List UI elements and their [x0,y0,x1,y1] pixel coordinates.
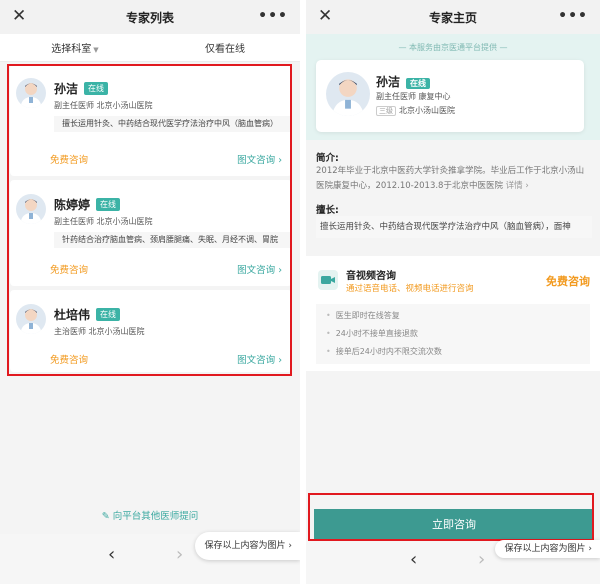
forward-arrow-icon[interactable]: › [176,544,183,565]
navbar: ✕ 专家主页 ••• [306,0,600,34]
chevron-down-icon: ▼ [93,46,99,54]
video-call-icon [318,270,338,290]
av-consult-title: 音视频咨询 [346,271,396,282]
feature-item: 24小时不接单直接退款 [326,328,418,339]
back-arrow-icon[interactable]: ‹ [108,544,115,565]
doctor-avatar-icon [326,72,370,116]
close-icon[interactable]: ✕ [318,6,332,26]
ask-other-label: 向平台其他医师提问 [112,511,199,522]
department-filter[interactable]: 选择科室 ▼ [0,40,150,55]
expert-list-screen: ✕ 专家列表 ••• 选择科室 ▼ 仅看在线 孙洁 在线 副主任医师 北京小汤山医… [0,0,300,584]
feature-item: 医生即时在线答复 [326,310,400,321]
feature-item: 接单后24小时内不限交流次数 [326,346,442,357]
ask-other-doctors-link[interactable]: ✎ 向平台其他医师提问 [0,508,300,522]
doctor-title-dept: 副主任医师 康复中心 [376,92,451,101]
skill-text: 擅长运用针灸、中药结合现代医学疗法治疗中风（脑血管病），面神 [316,216,592,238]
intro-text: 2012年毕业于北京中医药大学针灸推拿学院。毕业后工作于北京小汤山医院康复中心，… [316,164,592,194]
online-badge: 在线 [406,78,431,89]
av-consult-subtitle: 通过语音电话、视频电话进行咨询 [346,284,474,294]
intro-body: 2012年毕业于北京中医药大学针灸推拿学院。毕业后工作于北京小汤山医院康复中心，… [316,166,585,191]
service-provider-note: — 本服务由京医通平台提供 — [398,43,508,52]
highlight-box [7,64,292,376]
highlight-box [308,493,594,541]
online-only-filter[interactable]: 仅看在线 [150,40,300,55]
save-as-image-button[interactable]: 保存以上内容为图片 › [194,532,300,560]
av-feature-list: 医生即时在线答复 24小时不接单直接退款 接单后24小时内不限交流次数 [316,304,590,364]
close-icon[interactable]: ✕ [12,6,26,26]
hospital-grade-tag: 三级 [376,106,396,116]
skill-heading: 擅长: [316,205,339,216]
av-consult-card: 音视频咨询 通过语音电话、视频电话进行咨询 免费咨询 医生即时在线答复 24小时… [306,256,600,371]
intro-details-link[interactable]: 详情 › [506,181,529,191]
hospital-name: 北京小汤山医院 [399,106,455,115]
department-filter-label: 选择科室 [51,44,92,55]
filter-bar: 选择科室 ▼ 仅看在线 [0,34,300,62]
doctor-hospital-row: 三级 北京小汤山医院 [376,105,455,116]
edit-icon: ✎ [101,511,113,522]
more-icon[interactable]: ••• [558,6,588,26]
page-title: 专家列表 [125,10,174,25]
back-arrow-icon[interactable]: ‹ [410,549,417,570]
page-title: 专家主页 [428,10,477,25]
expert-home-screen: ✕ 专家主页 ••• — 本服务由京医通平台提供 — 孙洁 在线 副主任医师 康复… [306,0,600,584]
doctor-profile-card: 孙洁 在线 副主任医师 康复中心 三级 北京小汤山医院 [316,60,584,132]
doctor-name-row: 孙洁 在线 [376,73,431,90]
av-free-consult-button[interactable]: 免费咨询 [546,273,590,289]
intro-heading: 简介: [316,153,339,164]
save-as-image-button[interactable]: 保存以上内容为图片 › [494,540,600,558]
navbar: ✕ 专家列表 ••• [0,0,300,34]
forward-arrow-icon[interactable]: › [478,549,485,570]
doctor-name: 孙洁 [376,75,401,89]
more-icon[interactable]: ••• [258,6,288,26]
